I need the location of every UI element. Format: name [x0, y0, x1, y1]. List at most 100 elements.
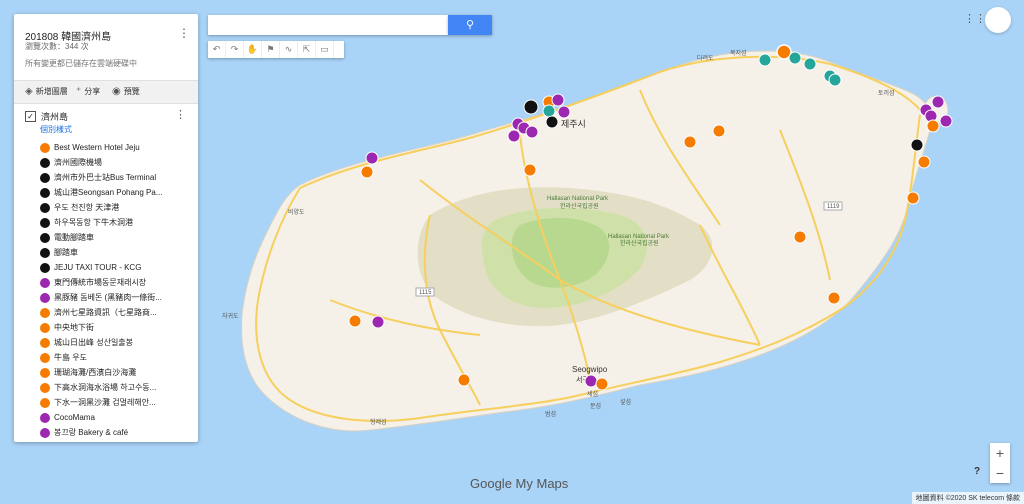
marker-camera: [457, 373, 471, 387]
marker-cafe: [542, 104, 556, 118]
list-item[interactable]: 珊瑚海灘/西濱白沙海灘: [40, 365, 188, 380]
marker-cafe: [758, 53, 772, 67]
list-item-label: 黑豚豬 돔베돈 (黑豬肉一條街...: [54, 293, 162, 302]
list-item[interactable]: 腳踏車: [40, 245, 188, 260]
marker-bus: [545, 115, 559, 129]
ruler-icon[interactable]: ▭: [316, 41, 334, 58]
marker-camera: [360, 165, 374, 179]
add-layer-button[interactable]: ◈ 新增圖層: [25, 86, 68, 97]
marker-camera: [348, 314, 362, 328]
marker-restaurant: [931, 95, 945, 109]
list-item[interactable]: 우도 천진항 天津港: [40, 200, 188, 215]
share-button[interactable]: ⁺ 分享: [76, 86, 100, 97]
google-my-maps-logo: Google My Maps: [470, 476, 569, 491]
marker-cafe: [803, 57, 817, 71]
layer-name[interactable]: 濟州島: [41, 110, 68, 123]
list-item[interactable]: 濟州市外巴士站Bus Terminal: [40, 170, 188, 185]
search-icon: ⚲: [465, 19, 475, 31]
svg-text:1115: 1115: [419, 290, 432, 296]
marker-restaurant: [365, 151, 379, 165]
marker-camera: [595, 377, 609, 391]
help-button[interactable]: ?: [974, 466, 980, 477]
marker-icon[interactable]: ⚑: [262, 41, 280, 58]
list-item[interactable]: 牛島 우도: [40, 350, 188, 365]
svg-text:한라산국립공원: 한라산국립공원: [560, 202, 599, 210]
search-button[interactable]: ⚲: [448, 15, 492, 35]
marker-camera: [712, 124, 726, 138]
zoom-controls: + −: [990, 443, 1010, 483]
camera-icon: [40, 367, 50, 378]
list-item[interactable]: 濟州七星路資訊（七星路商...: [40, 305, 188, 320]
marker-cafe: [828, 73, 842, 87]
list-item[interactable]: 봉끄랑 Bakery & café: [40, 425, 188, 440]
list-item-label: 珊瑚海灘/西濱白沙海灘: [54, 368, 137, 377]
marker-camera: [906, 191, 920, 205]
seogwipo-label: Seogwipo: [572, 365, 608, 374]
marker-restaurant: [507, 129, 521, 143]
map-legend-panel: 201808 韓國濟州島 瀏覽次數：344 次 所有變更都已儲存在雲端硬碟中 ⋮…: [14, 14, 198, 442]
list-item-label: 濟州市外巴士站Bus Terminal: [54, 173, 157, 182]
map-attribution: 地圖資料 ©2020 SK telecom 條款: [911, 492, 1024, 504]
list-item-label: 電動腳踏車: [54, 233, 94, 242]
search-input[interactable]: [208, 15, 448, 35]
svg-text:Hallasan National Park: Hallasan National Park: [608, 234, 670, 240]
svg-text:목지섬: 목지섬: [730, 49, 747, 57]
list-item-label: Best Western Hotel Jeju: [54, 143, 140, 152]
preview-button[interactable]: ◉ 預覽: [112, 86, 140, 97]
bus-icon: [40, 172, 50, 183]
layer-header[interactable]: ✓ 濟州島: [25, 110, 68, 123]
svg-text:문섬: 문섬: [590, 402, 601, 410]
list-item[interactable]: 濟州國際機場: [40, 155, 188, 170]
camera-icon: [40, 382, 50, 393]
marker-cafe: [788, 51, 802, 65]
avatar[interactable]: [985, 7, 1011, 33]
taxi-icon: [40, 262, 50, 273]
layers-icon: ◈: [25, 86, 33, 97]
redo-icon[interactable]: ↷: [226, 41, 244, 58]
restaurant-icon: [40, 277, 50, 288]
list-item-label: 城山港Seongsan Pohang Pa...: [54, 188, 163, 197]
list-item-label: CocoMama: [54, 413, 95, 422]
hallasan-label: Hallasan National Park: [547, 196, 609, 202]
marker-restaurant: [551, 93, 565, 107]
zoom-in-button[interactable]: +: [990, 443, 1010, 463]
list-item[interactable]: 下高水洞海水浴場 하고수동...: [40, 380, 188, 395]
list-item[interactable]: 東門傳統市場동문재래시장: [40, 275, 188, 290]
marker-camera: [926, 119, 940, 133]
list-item[interactable]: 城山日出峰 성산일출봉: [40, 335, 188, 350]
list-item[interactable]: Best Western Hotel Jeju: [40, 140, 188, 155]
zoom-out-button[interactable]: −: [990, 463, 1010, 483]
list-item-label: 下高水洞海水浴場 하고수동...: [54, 383, 157, 392]
add-person-icon: ⁺: [76, 86, 82, 97]
camera-icon: [40, 337, 50, 348]
svg-text:자귀도: 자귀도: [222, 312, 239, 320]
map-options-icon[interactable]: ⋮: [178, 26, 190, 40]
list-item[interactable]: 城山港Seongsan Pohang Pa...: [40, 185, 188, 200]
list-item[interactable]: JEJU TAXI TOUR - KCG: [40, 260, 188, 275]
home-icon: [40, 142, 50, 153]
marker-camera: [683, 135, 697, 149]
list-item[interactable]: 電動腳踏車: [40, 230, 188, 245]
terms-link[interactable]: 條款: [1006, 495, 1020, 502]
hand-icon[interactable]: ✋: [244, 41, 262, 58]
draw-line-icon[interactable]: ∿: [280, 41, 298, 58]
undo-icon[interactable]: ↶: [208, 41, 226, 58]
list-item[interactable]: 下水一洞黑沙灘 검멀레해안...: [40, 395, 188, 410]
restaurant-icon: [40, 412, 50, 423]
svg-text:세섬: 세섬: [587, 390, 598, 398]
list-item-label: 우도 천진항 天津港: [54, 203, 120, 212]
list-item[interactable]: CocoMama: [40, 410, 188, 425]
directions-icon[interactable]: ⇱: [298, 41, 316, 58]
layer-checkbox[interactable]: ✓: [25, 111, 36, 122]
ferry-icon: [40, 187, 50, 198]
list-item[interactable]: 中央地下街: [40, 320, 188, 335]
list-item[interactable]: 하우목동항 下牛木洞港: [40, 215, 188, 230]
list-item-label: 봉끄랑 Bakery & café: [54, 428, 129, 437]
individual-style-link[interactable]: 個別樣式: [40, 124, 72, 135]
marker-restaurant: [939, 114, 953, 128]
layer-options-icon[interactable]: ⋮: [175, 108, 186, 121]
svg-text:다려도: 다려도: [697, 54, 714, 62]
list-item-label: 牛島 우도: [54, 353, 87, 362]
marker-restaurant: [371, 315, 385, 329]
list-item[interactable]: 黑豚豬 돔베돈 (黑豬肉一條街...: [40, 290, 188, 305]
